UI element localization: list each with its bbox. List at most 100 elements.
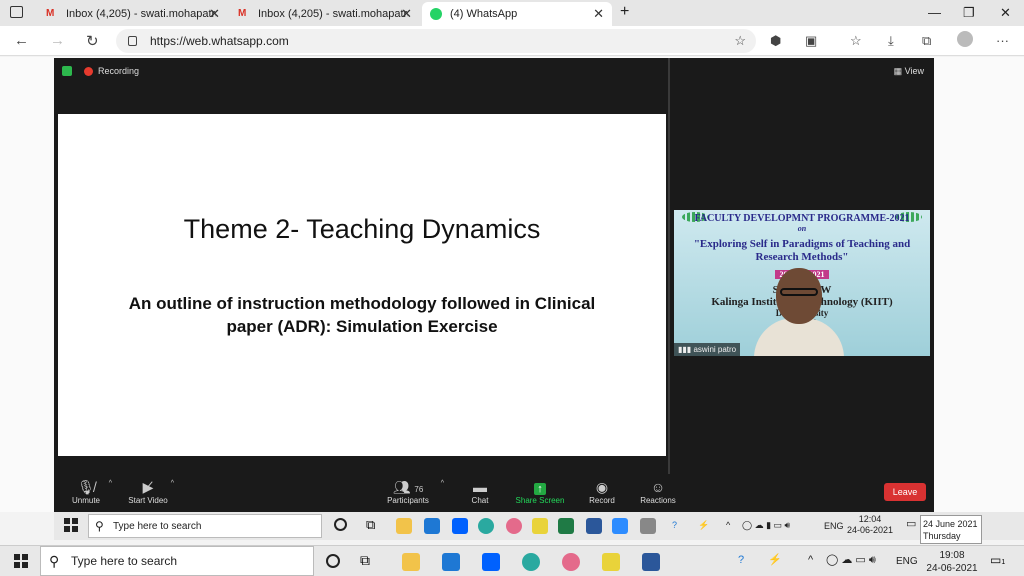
network-status-icon[interactable]: ⚡ [768, 555, 782, 566]
notification-center-button[interactable]: ▭1 [990, 553, 1005, 567]
file-explorer-icon[interactable] [396, 518, 412, 534]
windows-start-icon[interactable] [64, 518, 78, 532]
favorite-star-icon[interactable]: ☆ [734, 29, 746, 53]
record-dot-icon [84, 66, 93, 76]
back-icon[interactable]: ← [14, 32, 29, 49]
cortana-icon[interactable] [326, 554, 340, 568]
clock-date: 24-06-2021 [846, 525, 894, 535]
participant-name: aswini patro [693, 345, 737, 354]
zoom-app-icon[interactable] [612, 518, 628, 534]
view-button[interactable]: ▦ View [894, 66, 924, 77]
banner-line-3: "Exploring Self in Paradigms of Teaching… [693, 238, 911, 263]
share-screen-button[interactable]: ↑ Share Screen [510, 478, 570, 505]
signal-bars-icon: ▮▮▮ [678, 345, 694, 354]
close-tab-icon[interactable]: ✕ [401, 6, 412, 22]
collections-icon[interactable]: ▣ [805, 33, 817, 49]
tray-icons[interactable]: ◯ ☁ ▭ 🔊︎ [826, 555, 876, 566]
forward-icon[interactable]: → [50, 32, 65, 49]
word-icon[interactable] [586, 518, 602, 534]
extension-icon[interactable]: ⬢ [770, 33, 781, 49]
sticky-notes-icon[interactable] [532, 518, 548, 534]
profile-avatar-icon[interactable] [957, 31, 973, 47]
chevron-up-icon[interactable]: ^ [808, 555, 813, 566]
tab-title: (4) WhatsApp [450, 8, 518, 20]
mail-icon[interactable] [442, 553, 460, 571]
tray-icons[interactable]: ◯ ☁ ▮ ▭ 🔊︎ [742, 520, 790, 531]
help-icon[interactable]: ? [738, 555, 744, 566]
downloads-icon[interactable]: ⤓ [888, 33, 894, 49]
share-screen-icon: ↑ [510, 478, 570, 496]
chevron-up-icon[interactable]: ^ [726, 520, 730, 531]
app-icon[interactable] [640, 518, 656, 534]
tab-gmail-1[interactable]: M Inbox (4,205) - swati.mohapatra@ ✕ [38, 2, 228, 26]
task-view-icon[interactable]: ⧉ [360, 552, 370, 569]
clock[interactable]: 12:04 24-06-2021 [846, 514, 894, 536]
close-window-button[interactable]: ✕ [1000, 5, 1011, 21]
share-screen-label: Share Screen [515, 496, 565, 505]
refresh-icon[interactable]: ↻ [86, 32, 99, 50]
participant-name-tag: ▮▮▮ aswini patro [674, 343, 741, 356]
browser-tab-strip: M Inbox (4,205) - swati.mohapatra@ ✕ M I… [0, 0, 1024, 26]
edge-icon[interactable] [522, 553, 540, 571]
taskbar-search-input[interactable]: ⚲ Type here to search [88, 514, 322, 538]
language-indicator[interactable]: ENG [824, 521, 844, 532]
participants-button[interactable]: 👥︎ 76 ^ Participants [378, 478, 444, 505]
recording-indicator: Recording [62, 66, 139, 76]
search-icon: ⚲ [49, 553, 60, 569]
reactions-button[interactable]: ☺ Reactions [628, 478, 688, 505]
shield-icon [62, 66, 72, 76]
language-indicator[interactable]: ENG [896, 556, 918, 567]
edge-icon[interactable] [478, 518, 494, 534]
notification-icon[interactable]: ▭ [906, 519, 916, 530]
task-view-icon[interactable]: ⧉ [366, 517, 375, 533]
lock-icon [128, 36, 137, 46]
view-grid-icon: ▦ [893, 66, 905, 76]
record-button[interactable]: ◉ Record [572, 478, 632, 505]
tab-title: Inbox (4,205) - swati.mohapatra@ [66, 8, 216, 20]
help-icon[interactable]: ? [672, 520, 677, 531]
participant-video[interactable]: FACULTY DEVELOPMNT PROGRAMME-2021 on "Ex… [674, 210, 930, 356]
dropbox-icon[interactable] [482, 553, 500, 571]
new-tab-button[interactable]: + [620, 3, 629, 21]
excel-icon[interactable] [558, 518, 574, 534]
recording-label: Recording [98, 66, 140, 76]
restore-button[interactable]: ❐ [963, 5, 975, 21]
record-label: Record [589, 496, 615, 505]
mail-icon[interactable] [424, 518, 440, 534]
panel-divider[interactable] [668, 58, 670, 474]
chat-label: Chat [471, 496, 489, 505]
more-menu-icon[interactable]: ··· [996, 33, 1009, 48]
video-off-icon: ▶̸ [142, 479, 154, 495]
file-explorer-icon[interactable] [402, 553, 420, 571]
dropbox-icon[interactable] [452, 518, 468, 534]
shared-slide: Theme 2- Teaching Dynamics An outline of… [58, 114, 666, 456]
chevron-up-icon[interactable]: ^ [109, 480, 112, 487]
unmute-button[interactable]: 🎙︎̸ ^ Unmute [56, 478, 116, 505]
chevron-up-icon[interactable]: ^ [171, 480, 174, 487]
favorites-icon[interactable]: ☆ [850, 33, 862, 49]
start-video-button[interactable]: ▶̸ ^ Start Video [118, 478, 178, 505]
paint-icon[interactable] [506, 518, 522, 534]
record-icon: ◉ [595, 479, 609, 495]
tab-gmail-2[interactable]: M Inbox (4,205) - swati.mohapatra@ ✕ [230, 2, 420, 26]
tab-actions-icon[interactable] [10, 6, 23, 18]
taskbar-search-input[interactable]: ⚲ Type here to search [40, 546, 314, 576]
network-status-icon[interactable]: ⚡ [698, 520, 709, 531]
tab-whatsapp[interactable]: (4) WhatsApp ✕ [422, 2, 612, 26]
paint-icon[interactable] [562, 553, 580, 571]
close-tab-icon[interactable]: ✕ [593, 6, 604, 22]
clock[interactable]: 19:08 24-06-2021 [924, 549, 980, 575]
banner-line-1: FACULTY DEVELOPMNT PROGRAMME-2021 [694, 213, 910, 224]
close-tab-icon[interactable]: ✕ [209, 6, 220, 22]
cortana-icon[interactable] [334, 518, 347, 531]
chevron-up-icon[interactable]: ^ [441, 480, 444, 487]
chat-button[interactable]: ▬ Chat [450, 478, 510, 505]
word-icon[interactable] [642, 553, 660, 571]
clock-date: 24-06-2021 [926, 563, 978, 574]
minimize-button[interactable]: — [928, 5, 941, 20]
collections-add-icon[interactable]: ⧉ [922, 33, 931, 49]
sticky-notes-icon[interactable] [602, 553, 620, 571]
windows-start-icon[interactable] [14, 554, 28, 568]
address-bar[interactable]: https://web.whatsapp.com ☆ [116, 29, 756, 53]
leave-button[interactable]: Leave [884, 483, 926, 501]
